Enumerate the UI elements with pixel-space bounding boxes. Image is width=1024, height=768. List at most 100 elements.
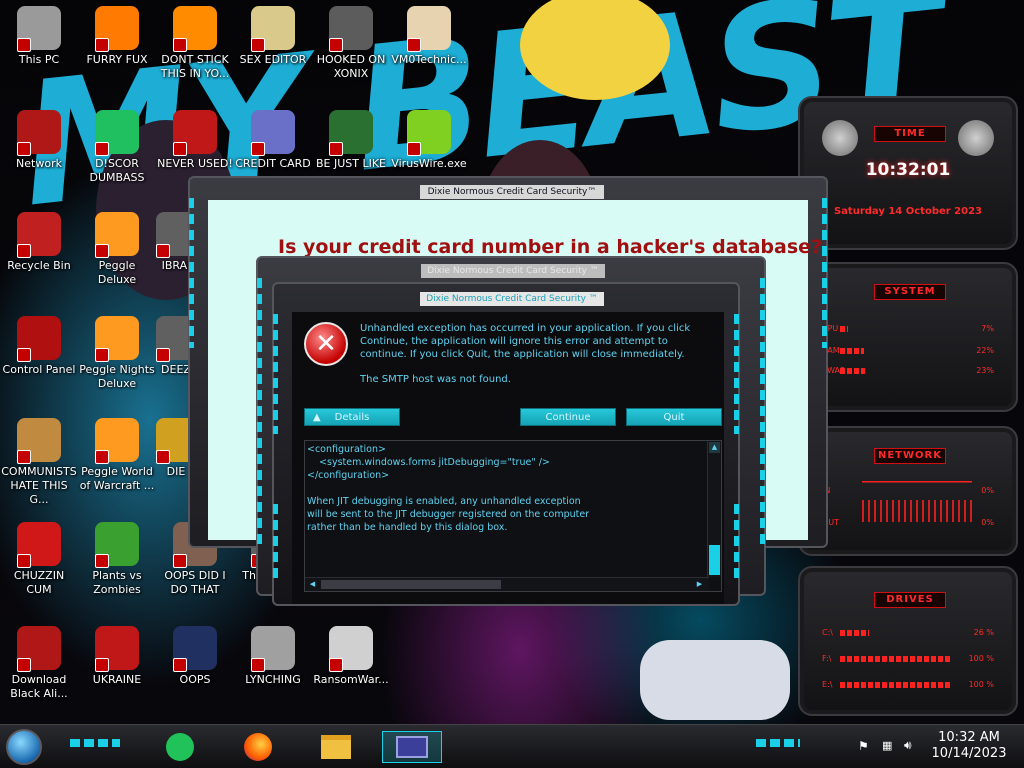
desktop-icon[interactable]: SEX EDITOR: [234, 6, 312, 67]
desktop-icon[interactable]: Peggle Deluxe: [78, 212, 156, 287]
error-dialog-title: Dixie Normous Credit Card Security ™: [420, 292, 604, 306]
details-line: <system.windows.forms jitDebugging="true…: [307, 457, 550, 468]
desktop-icon[interactable]: BE JUST LIKE: [312, 110, 390, 171]
gadget-heading: DRIVES: [874, 592, 946, 608]
start-button[interactable]: [6, 729, 42, 765]
horizontal-scroll-thumb[interactable]: [321, 580, 501, 589]
desktop-icon-label: NEVER USED!: [157, 157, 233, 170]
system-usage-bar: [840, 326, 848, 332]
desktop-icon-label: BE JUST LIKE: [315, 157, 387, 170]
details-button[interactable]: ▲ Details: [304, 408, 400, 426]
desktop-icon[interactable]: VirusWire.exe: [390, 110, 468, 171]
desktop-icon[interactable]: CREDIT CARD: [234, 110, 312, 171]
desktop-icon-label: Peggle Deluxe: [97, 259, 137, 286]
desktop-icon-label: VirusWire.exe: [391, 157, 467, 170]
vertical-scrollbar[interactable]: ▲: [707, 441, 721, 577]
desktop-icon[interactable]: Control Panel: [0, 316, 78, 377]
credit-card-icon: [251, 110, 295, 156]
taskbar-green-app-button[interactable]: [160, 731, 200, 763]
scroll-up-icon[interactable]: ▲: [709, 442, 720, 453]
desktop-icon-label: UKRAINE: [92, 673, 142, 686]
desktop-icon-label: CREDIT CARD: [235, 157, 311, 170]
frame-rail: [257, 278, 262, 548]
desktop-icon[interactable]: VM0Technic...: [390, 6, 468, 67]
desktop-icon[interactable]: LYNCHING: [234, 626, 312, 687]
desktop-icon[interactable]: Plants vs Zombies: [78, 522, 156, 597]
taskbar-credit-card-button[interactable]: [382, 731, 442, 763]
control-panel-icon: [17, 316, 61, 362]
mid-dialog-title: Dixie Normous Credit Card Security ™: [421, 264, 605, 278]
desktop-icon[interactable]: Download Black Ali...: [0, 626, 78, 701]
details-textbox[interactable]: <configuration> <system.windows.forms ji…: [304, 440, 722, 592]
doctor-icon: [407, 6, 451, 52]
error-dialog-window[interactable]: Dixie Normous Credit Card Security ™ ✕ U…: [272, 282, 740, 606]
frame-rail: [734, 314, 739, 434]
network-graph-out: [862, 500, 972, 522]
computer-icon: [17, 6, 61, 52]
details-line: <configuration>: [307, 444, 386, 455]
network-graph-in: [862, 468, 972, 490]
desktop-icon[interactable]: DONT STICK THIS IN YO...: [156, 6, 234, 81]
scroll-left-icon[interactable]: ◀: [307, 579, 318, 590]
desktop-icon[interactable]: OOPS: [156, 626, 234, 687]
drive-usage-bar: [840, 682, 950, 688]
taskbar-clock[interactable]: 10:32 AM 10/14/2023: [926, 730, 1012, 762]
desktop-icon-label: This PC: [18, 53, 60, 66]
desktop-icon-label: HOOKED ON XONIX: [316, 53, 386, 80]
continue-button[interactable]: Continue: [520, 408, 616, 426]
desktop-icon-label: Recycle Bin: [7, 259, 71, 272]
bg-dialog-headline: Is your credit card number in a hacker's…: [278, 236, 823, 258]
error-dialog-body: ✕ Unhandled exception has occurred in yo…: [292, 312, 724, 604]
desktop-icon-label: DONT STICK THIS IN YO...: [160, 53, 230, 80]
desktop-icon[interactable]: HOOKED ON XONIX: [312, 6, 390, 81]
desktop-icon[interactable]: Peggle World of Warcraft ...: [78, 418, 156, 493]
desktop-icon[interactable]: D!SCOR DUMBASS: [78, 110, 156, 185]
details-line: will be sent to the JIT debugger registe…: [307, 509, 590, 520]
drive-label: C:\: [822, 628, 833, 637]
desktop-icon[interactable]: COMMUNISTS HATE THIS G...: [0, 418, 78, 507]
clock-date: 10/14/2023: [931, 746, 1007, 761]
desktop-icon[interactable]: RansomWar...: [312, 626, 390, 687]
desktop-icon[interactable]: Recycle Bin: [0, 212, 78, 273]
taskbar-decor: [756, 739, 800, 747]
frame-rail: [822, 198, 827, 348]
horizontal-scrollbar[interactable]: ◀ ▶: [305, 577, 709, 591]
details-text: <configuration> <system.windows.forms ji…: [307, 443, 705, 534]
frame-rail: [273, 504, 278, 584]
credit-card-icon: [396, 736, 428, 758]
desktop-icon[interactable]: NEVER USED!: [156, 110, 234, 171]
desktop-icon-label: FURRY FUX: [86, 53, 148, 66]
bg-dialog-title: Dixie Normous Credit Card Security™: [420, 185, 604, 199]
scroll-right-icon[interactable]: ▶: [694, 579, 705, 590]
wallpaper-sneaker: [640, 640, 790, 720]
volume-icon[interactable]: 🔊︎: [904, 738, 920, 754]
desktop-icon[interactable]: Network: [0, 110, 78, 171]
desktop-icon-label: OOPS: [179, 673, 211, 686]
taskbar-file-explorer-button[interactable]: [316, 731, 356, 763]
desktop-icon-label: Control Panel: [2, 363, 76, 376]
drive-usage-bar: [840, 656, 950, 662]
quit-button[interactable]: Quit: [626, 408, 722, 426]
taskbar-firefox-button[interactable]: [238, 731, 278, 763]
desktop-icon-label: Peggle Nights Deluxe: [79, 363, 155, 390]
drive-label: E:\: [822, 680, 833, 689]
flag-icon[interactable]: ⚑: [858, 739, 872, 753]
desktop-icon-label: VM0Technic...: [391, 53, 467, 66]
desktop: MY BEAST This PC FURRY FUX DONT STICK THIS…: [0, 0, 1024, 724]
lime-icon: [407, 110, 451, 156]
collapse-arrow-icon: ▲: [313, 412, 321, 423]
network-icon[interactable]: ▦: [882, 739, 896, 753]
scroll-thumb[interactable]: [709, 545, 720, 575]
desktop-icon[interactable]: CHUZZIN CUM: [0, 522, 78, 597]
desktop-icon[interactable]: Peggle Nights Deluxe: [78, 316, 156, 391]
desktop-icon-label: Download Black Ali...: [10, 673, 68, 700]
details-line: </configuration>: [307, 470, 390, 481]
desktop-icon[interactable]: UKRAINE: [78, 626, 156, 687]
alien-orb-icon: [17, 626, 61, 672]
desktop-icon[interactable]: This PC: [0, 6, 78, 67]
desktop-icon[interactable]: FURRY FUX: [78, 6, 156, 67]
gadget-clock: 10:32:01: [865, 160, 951, 180]
desktop-icon-label: D!SCOR DUMBASS: [89, 157, 145, 184]
gadget-heading: TIME: [874, 126, 946, 142]
desktop-icon-label: SEX EDITOR: [239, 53, 307, 66]
